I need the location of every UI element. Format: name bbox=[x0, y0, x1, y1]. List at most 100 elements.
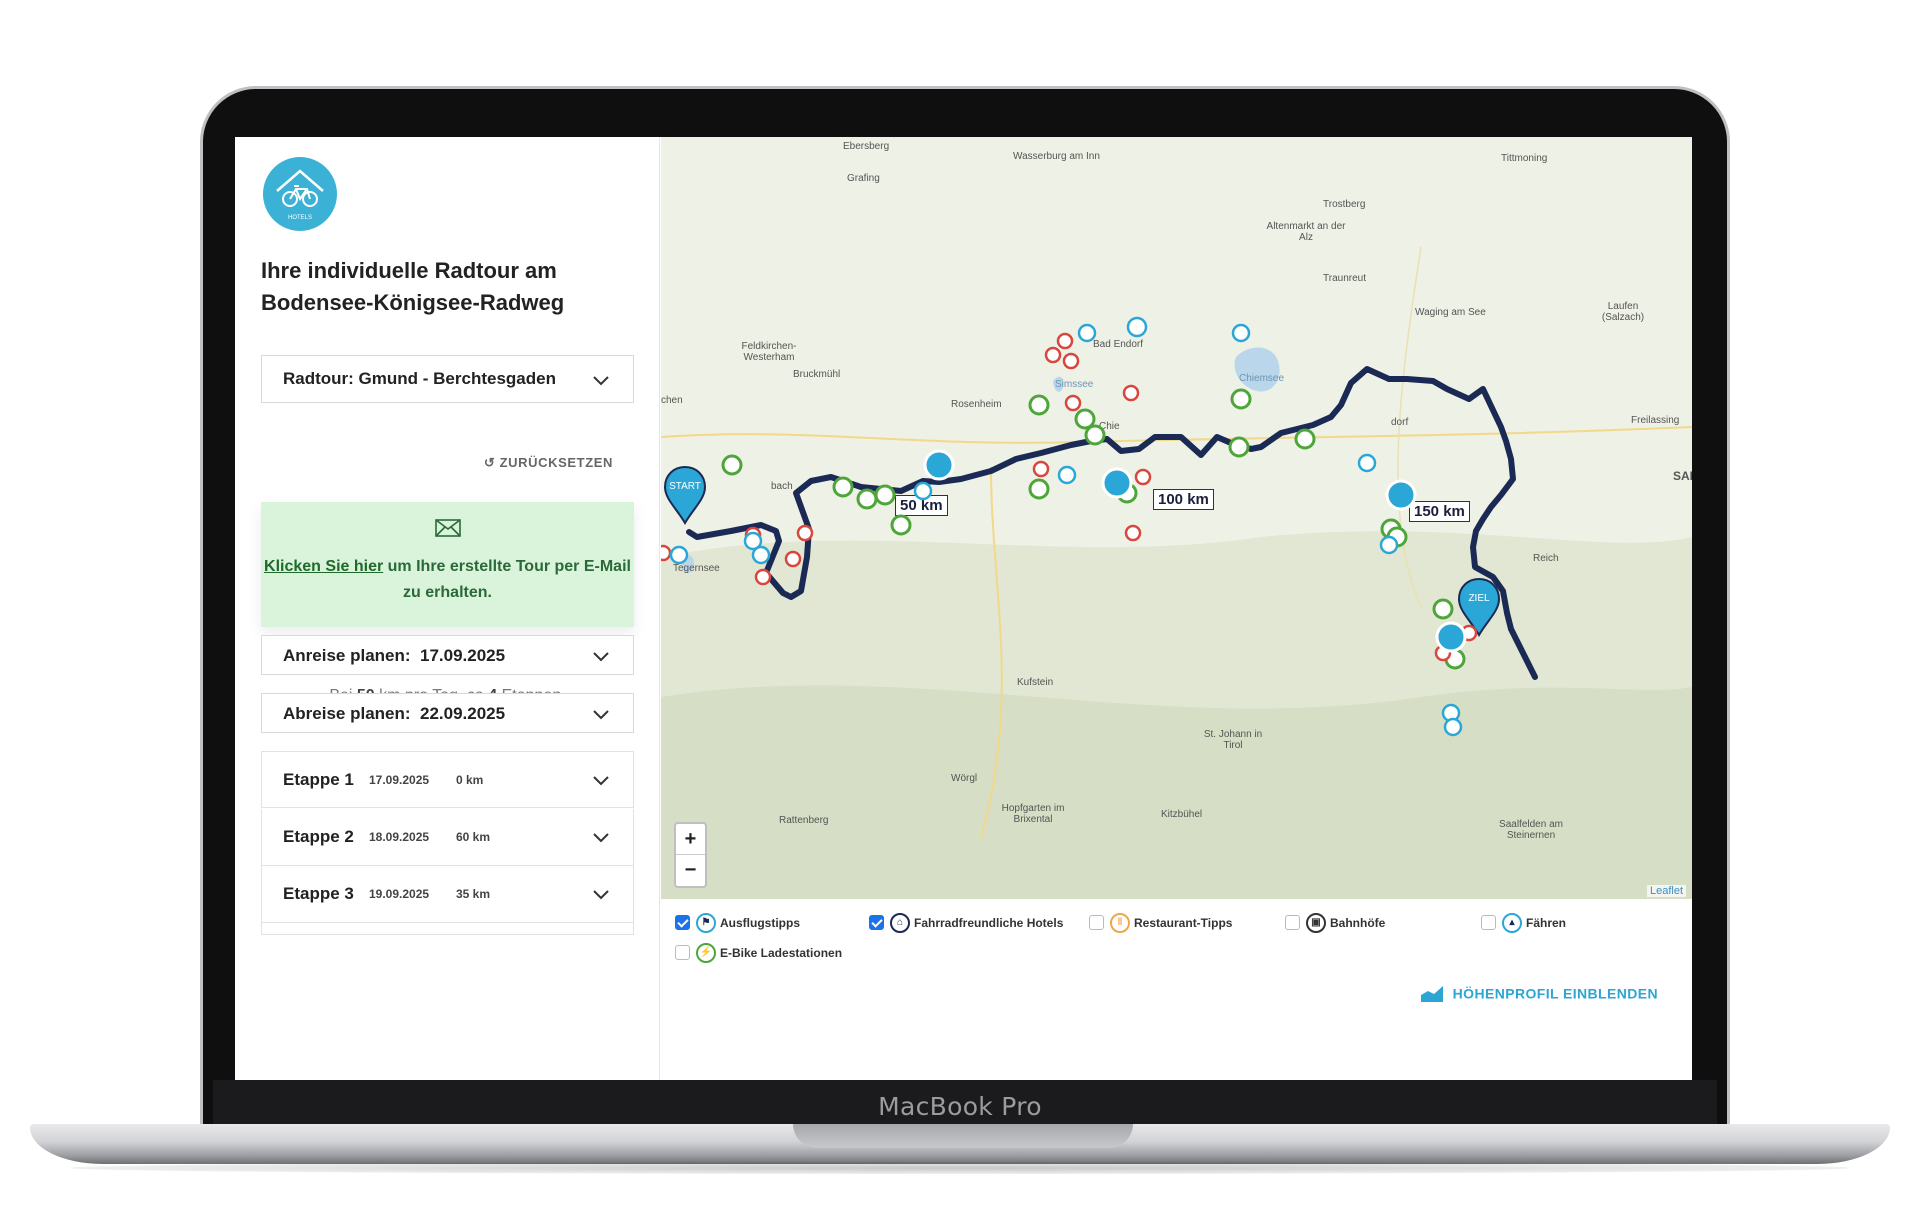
cutlery-icon: ǁ bbox=[1110, 912, 1130, 933]
distance-marker: 150 km bbox=[1409, 501, 1470, 522]
map-place-label: Bruckmühl bbox=[793, 369, 841, 380]
map-place-label: Rattenberg bbox=[779, 815, 829, 826]
checkbox[interactable] bbox=[675, 915, 690, 931]
filter-label: Bahnhöfe bbox=[1330, 916, 1386, 930]
map-place-label: Hopfgarten im Brixental bbox=[1001, 803, 1065, 825]
reset-button[interactable]: ↺ ZURÜCKSETZEN bbox=[463, 455, 613, 471]
stage-name: Etappe 2 bbox=[283, 827, 354, 846]
map-place-label: Waging am See bbox=[1415, 307, 1486, 318]
start-pin-label: START bbox=[669, 481, 701, 492]
screen: HOTELS Ihre individuelle Radtour am Bode… bbox=[235, 137, 1692, 1080]
filter-fahrradfreundliche-hotels[interactable]: ⌂ Fahrradfreundliche Hotels bbox=[869, 912, 1063, 933]
checkbox[interactable] bbox=[675, 945, 690, 961]
filter-bahnhoefe[interactable]: ▣ Bahnhöfe bbox=[1285, 912, 1386, 933]
reset-icon: ↺ bbox=[483, 455, 500, 470]
map-attribution[interactable]: Leaflet bbox=[1646, 885, 1686, 897]
ebike-charger-icon: ⚡ bbox=[696, 942, 716, 963]
map-place-label: Tittmoning bbox=[1501, 153, 1548, 164]
route-map[interactable]: Ebersberg Grafing Wasserburg am Inn Titt… bbox=[661, 137, 1692, 899]
end-pin[interactable]: ZIEL bbox=[1457, 577, 1501, 637]
map-place-label: Rosenheim bbox=[951, 399, 1002, 410]
anreise-select[interactable]: Anreise planen: 17.09.2025 bbox=[261, 635, 634, 675]
stage-km: 60 km bbox=[456, 830, 491, 844]
checkbox[interactable] bbox=[1481, 915, 1496, 931]
filter-label: Restaurant-Tipps bbox=[1134, 916, 1233, 930]
stage-date: 19.09.2025 bbox=[369, 887, 430, 901]
map-place-label: Freilassing bbox=[1631, 415, 1680, 426]
train-icon: ▣ bbox=[1306, 912, 1326, 933]
filter-ausflugstipps[interactable]: ⚑ Ausflugstipps bbox=[675, 912, 800, 933]
distance-marker: 100 km bbox=[1153, 489, 1214, 510]
chevron-down-icon bbox=[593, 376, 609, 386]
stage-item[interactable]: Etappe 1 17.09.2025 0 km bbox=[261, 751, 634, 808]
chevron-down-icon bbox=[593, 890, 609, 900]
tour-select[interactable]: Radtour: Gmund - Berchtesgaden bbox=[261, 355, 634, 403]
chevron-down-icon bbox=[593, 776, 609, 786]
stage-item[interactable]: Etappe 2 18.09.2025 60 km bbox=[261, 809, 634, 866]
email-tour-text: Klicken Sie hier um Ihre erstellte Tour … bbox=[261, 554, 634, 606]
map-place-label: Reich bbox=[1533, 553, 1559, 564]
map-place-label: SAL bbox=[1673, 469, 1692, 483]
page-title: Ihre individuelle Radtour am Bodensee-Kö… bbox=[261, 258, 565, 315]
bicycle-house-icon[interactable]: HOTELS bbox=[263, 157, 337, 231]
start-pin[interactable]: START bbox=[663, 465, 707, 525]
filter-restaurant-tipps[interactable]: ǁ Restaurant-Tipps bbox=[1089, 912, 1233, 933]
anreise-value: 17.09.2025 bbox=[420, 646, 506, 665]
zoom-out-button[interactable]: − bbox=[676, 855, 705, 886]
map-place-label: Ebersberg bbox=[843, 141, 890, 152]
checkbox[interactable] bbox=[1089, 915, 1104, 931]
chevron-down-icon bbox=[593, 833, 609, 843]
signpost-icon: ⚑ bbox=[696, 912, 716, 933]
stage-km: 35 km bbox=[456, 887, 491, 901]
map-place-label: Saalfelden am Steinernen bbox=[1499, 819, 1563, 841]
stage-date: 18.09.2025 bbox=[369, 830, 430, 844]
stage-item[interactable] bbox=[261, 923, 634, 935]
stage-item[interactable]: Etappe 3 19.09.2025 35 km bbox=[261, 866, 634, 923]
abreise-value: 22.09.2025 bbox=[420, 704, 506, 723]
map-place-label: Simssee bbox=[1055, 379, 1094, 390]
chevron-down-icon bbox=[593, 652, 609, 662]
ferry-icon: ▴ bbox=[1502, 912, 1522, 933]
map-place-label: Wörgl bbox=[951, 773, 978, 784]
map-filters: ⚑ Ausflugstipps ⌂ Fahrradfreundliche Hotel… bbox=[661, 899, 1692, 1080]
map-place-label: Traunreut bbox=[1323, 273, 1366, 284]
svg-text:HOTELS: HOTELS bbox=[288, 215, 312, 221]
map-place-label: Chiemsee bbox=[1239, 373, 1285, 384]
map-canvas bbox=[661, 246, 1692, 899]
map-place-label: Kufstein bbox=[1017, 677, 1054, 688]
map-place-label: dorf bbox=[1391, 417, 1409, 428]
map-place-label: Kitzbühel bbox=[1161, 809, 1203, 820]
filter-faehren[interactable]: ▴ Fähren bbox=[1481, 912, 1566, 933]
map-place-label: bach bbox=[771, 481, 793, 492]
map-place-label: St. Johann in Tirol bbox=[1203, 729, 1263, 751]
map-place-label: Wasserburg am Inn bbox=[1013, 151, 1100, 162]
map-place-label: Chie bbox=[1099, 421, 1120, 432]
checkbox[interactable] bbox=[869, 915, 884, 931]
abreise-label: Abreise planen: bbox=[283, 704, 411, 723]
map-place-label: Trostberg bbox=[1323, 199, 1366, 210]
email-tour-link[interactable]: Klicken Sie hier bbox=[264, 558, 383, 575]
end-pin-label: ZIEL bbox=[1468, 593, 1490, 604]
map-place-label: Feldkirchen-Westerham bbox=[741, 341, 797, 363]
stage-name: Etappe 3 bbox=[283, 884, 354, 903]
checkbox[interactable] bbox=[1285, 915, 1300, 931]
filter-label: Ausflugstipps bbox=[720, 916, 800, 930]
distance-marker: 50 km bbox=[895, 495, 948, 516]
abreise-select[interactable]: Abreise planen: 22.09.2025 bbox=[261, 693, 634, 733]
elevation-profile-button[interactable]: HÖHENPROFIL EINBLENDEN bbox=[1420, 985, 1658, 1005]
map-place-label: Laufen (Salzach) bbox=[1601, 301, 1645, 323]
zoom-in-button[interactable]: + bbox=[676, 824, 705, 855]
anreise-label: Anreise planen: bbox=[283, 646, 411, 665]
zoom-control: + − bbox=[674, 822, 707, 888]
elevation-profile-label: HÖHENPROFIL EINBLENDEN bbox=[1452, 985, 1658, 1002]
stage-km: 0 km bbox=[456, 773, 484, 787]
reset-label: ZURÜCKSETZEN bbox=[499, 455, 613, 470]
filter-ebike-ladestationen[interactable]: ⚡ E-Bike Ladestationen bbox=[675, 942, 843, 963]
laptop-shadow bbox=[70, 1162, 1850, 1174]
chevron-down-icon bbox=[593, 710, 609, 720]
filter-label: E-Bike Ladestationen bbox=[720, 946, 843, 960]
envelope-icon bbox=[435, 519, 461, 537]
tour-select-value: Radtour: Gmund - Berchtesgaden bbox=[283, 369, 556, 388]
map-place-label: Grafing bbox=[847, 173, 880, 184]
stage-name: Etappe 1 bbox=[283, 770, 354, 789]
